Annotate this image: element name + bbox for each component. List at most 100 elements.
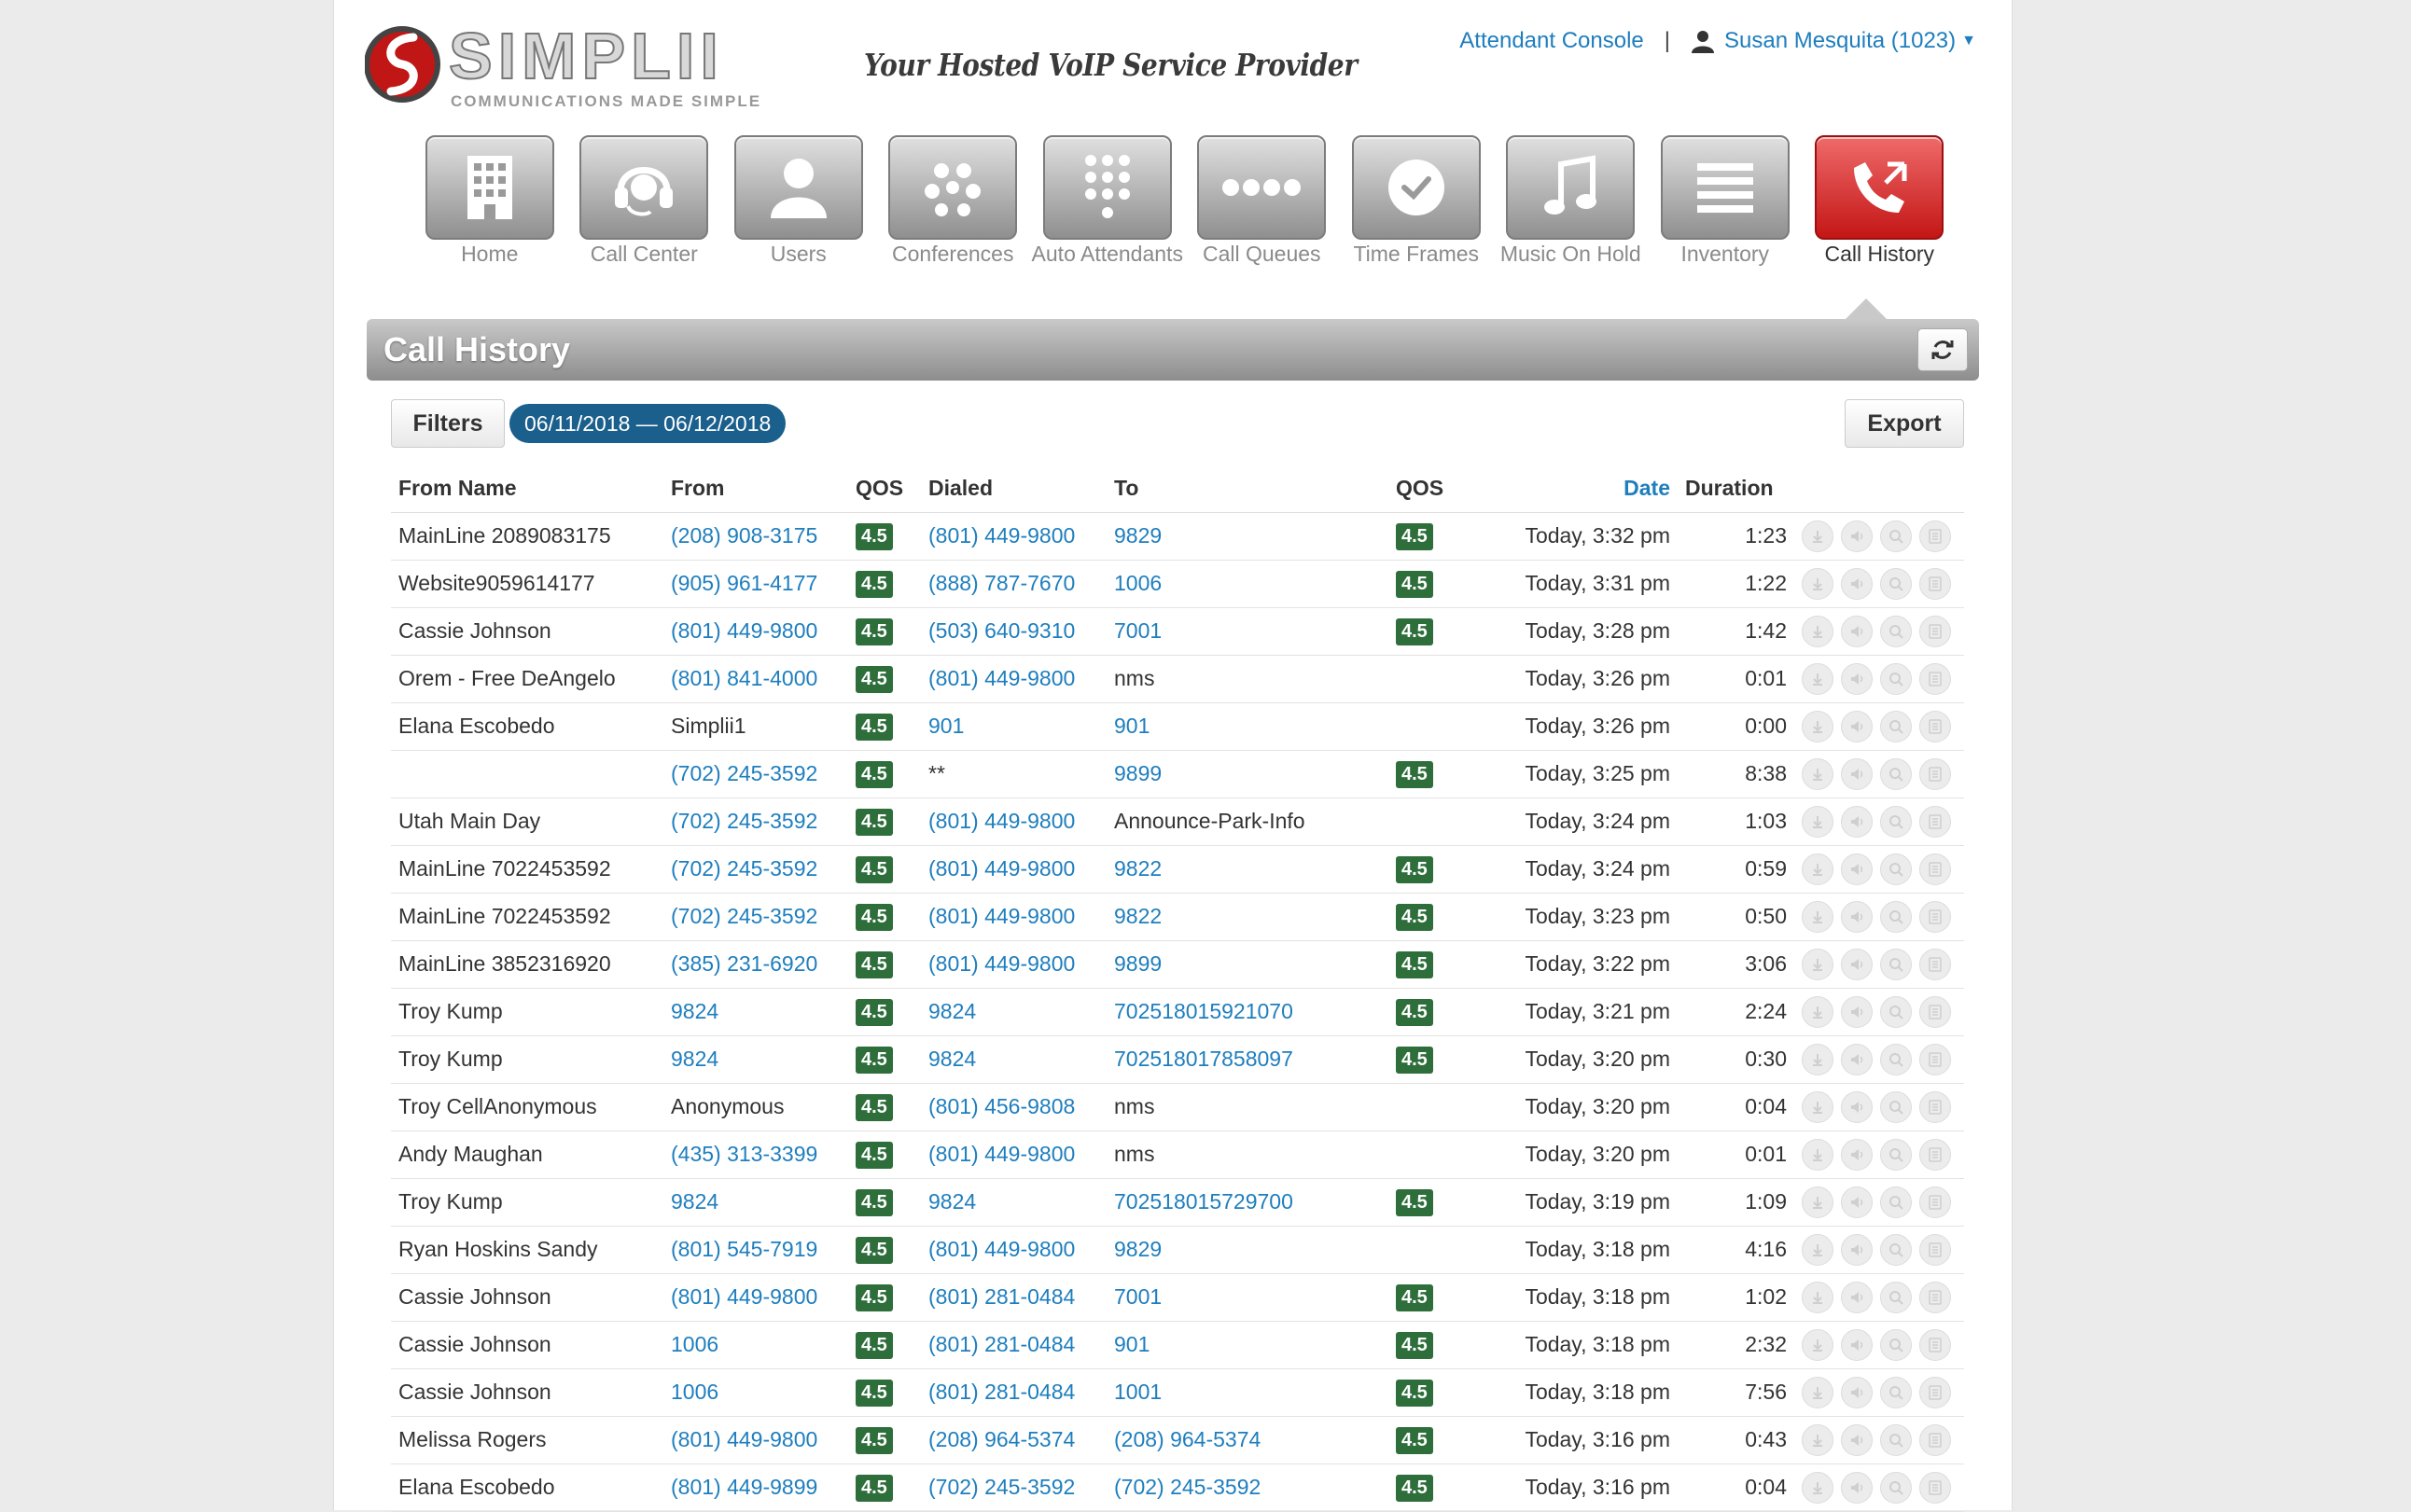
- nav-inventory[interactable]: Inventory: [1648, 135, 1803, 267]
- nav-users[interactable]: Users: [721, 135, 876, 267]
- dialed-cell[interactable]: (801) 281-0484: [921, 1273, 1107, 1322]
- download-button[interactable]: [1802, 1423, 1833, 1456]
- download-button[interactable]: [1802, 900, 1833, 933]
- speaker-button[interactable]: [1841, 1090, 1873, 1123]
- magnify-button[interactable]: [1880, 948, 1912, 980]
- magnify-button[interactable]: [1880, 805, 1912, 838]
- dialed-cell[interactable]: (801) 449-9800: [921, 940, 1107, 989]
- download-button[interactable]: [1802, 520, 1833, 552]
- notes-button[interactable]: [1919, 1376, 1951, 1408]
- table-row[interactable]: MainLine 7022453592 (702) 245-3592 4.5 (801…: [391, 845, 1964, 894]
- dialed-cell[interactable]: (208) 964-5374: [921, 1416, 1107, 1464]
- col-qos-from[interactable]: QOS: [848, 465, 921, 513]
- table-row[interactable]: Andy Maughan (435) 313-3399 4.5 (801) 449-9…: [391, 1131, 1964, 1179]
- magnify-button[interactable]: [1880, 520, 1912, 552]
- dialed-cell[interactable]: (801) 456-9808: [921, 1083, 1107, 1131]
- col-dialed[interactable]: Dialed: [921, 465, 1107, 513]
- notes-button[interactable]: [1919, 853, 1951, 885]
- from-cell[interactable]: (905) 961-4177: [663, 560, 848, 608]
- notes-button[interactable]: [1919, 567, 1951, 600]
- date-range-pill[interactable]: 06/11/2018 — 06/12/2018: [509, 404, 787, 443]
- dialed-cell[interactable]: 9824: [921, 1178, 1107, 1227]
- to-cell[interactable]: 9829: [1107, 1226, 1388, 1274]
- download-button[interactable]: [1802, 853, 1833, 885]
- download-button[interactable]: [1802, 995, 1833, 1028]
- from-cell[interactable]: (801) 449-9800: [663, 1416, 848, 1464]
- simplii-logo[interactable]: SIMPLII COMMUNICATIONS MADE SIMPLE: [365, 13, 850, 116]
- notes-button[interactable]: [1919, 1090, 1951, 1123]
- magnify-button[interactable]: [1880, 1376, 1912, 1408]
- table-row[interactable]: Elana Escobedo (801) 449-9899 4.5 (702) 245…: [391, 1463, 1964, 1512]
- table-row[interactable]: Orem - Free DeAngelo (801) 841-4000 4.5 (80…: [391, 655, 1964, 703]
- attendant-console-link[interactable]: Attendant Console: [1459, 28, 1643, 54]
- table-row[interactable]: Troy Kump 9824 4.5 9824 702518017858097 4.5 To…: [391, 1035, 1964, 1084]
- nav-call-center[interactable]: Call Center: [567, 135, 722, 267]
- notes-button[interactable]: [1919, 1281, 1951, 1313]
- notes-button[interactable]: [1919, 1233, 1951, 1266]
- download-button[interactable]: [1802, 1138, 1833, 1171]
- download-button[interactable]: [1802, 1328, 1833, 1361]
- table-row[interactable]: Melissa Rogers (801) 449-9800 4.5 (208) 964…: [391, 1416, 1964, 1464]
- from-cell[interactable]: 9824: [663, 1178, 848, 1227]
- speaker-button[interactable]: [1841, 567, 1873, 600]
- col-to[interactable]: To: [1107, 465, 1388, 513]
- to-cell[interactable]: 7001: [1107, 607, 1388, 656]
- from-cell[interactable]: (801) 841-4000: [663, 655, 848, 703]
- col-qos-to[interactable]: QOS: [1388, 465, 1480, 513]
- table-row[interactable]: Utah Main Day (702) 245-3592 4.5 (801) 449-…: [391, 798, 1964, 846]
- speaker-button[interactable]: [1841, 662, 1873, 695]
- notes-button[interactable]: [1919, 1423, 1951, 1456]
- notes-button[interactable]: [1919, 520, 1951, 552]
- speaker-button[interactable]: [1841, 520, 1873, 552]
- col-from-name[interactable]: From Name: [391, 465, 663, 513]
- magnify-button[interactable]: [1880, 1233, 1912, 1266]
- export-button[interactable]: Export: [1845, 399, 1964, 448]
- table-row[interactable]: Elana Escobedo Simplii1 4.5 901 901 Today, 3:…: [391, 702, 1964, 751]
- speaker-button[interactable]: [1841, 615, 1873, 647]
- refresh-button[interactable]: [1917, 328, 1968, 371]
- filters-button[interactable]: Filters: [391, 399, 505, 448]
- col-from[interactable]: From: [663, 465, 848, 513]
- speaker-button[interactable]: [1841, 710, 1873, 742]
- speaker-button[interactable]: [1841, 948, 1873, 980]
- magnify-button[interactable]: [1880, 1186, 1912, 1218]
- from-cell[interactable]: 9824: [663, 1035, 848, 1084]
- magnify-button[interactable]: [1880, 662, 1912, 695]
- speaker-button[interactable]: [1841, 853, 1873, 885]
- download-button[interactable]: [1802, 662, 1833, 695]
- from-cell[interactable]: 1006: [663, 1321, 848, 1369]
- download-button[interactable]: [1802, 757, 1833, 790]
- download-button[interactable]: [1802, 948, 1833, 980]
- to-cell[interactable]: 1001: [1107, 1368, 1388, 1417]
- to-cell[interactable]: 7001: [1107, 1273, 1388, 1322]
- col-date[interactable]: Date: [1480, 465, 1678, 513]
- speaker-button[interactable]: [1841, 1281, 1873, 1313]
- from-cell[interactable]: (801) 449-9800: [663, 607, 848, 656]
- download-button[interactable]: [1802, 1186, 1833, 1218]
- speaker-button[interactable]: [1841, 1376, 1873, 1408]
- speaker-button[interactable]: [1841, 1471, 1873, 1504]
- dialed-cell[interactable]: (801) 449-9800: [921, 845, 1107, 894]
- to-cell[interactable]: (208) 964-5374: [1107, 1416, 1388, 1464]
- nav-conferences[interactable]: Conferences: [876, 135, 1031, 267]
- dialed-cell[interactable]: (801) 449-9800: [921, 655, 1107, 703]
- speaker-button[interactable]: [1841, 1423, 1873, 1456]
- notes-button[interactable]: [1919, 615, 1951, 647]
- download-button[interactable]: [1802, 1043, 1833, 1075]
- table-row[interactable]: Cassie Johnson (801) 449-9800 4.5 (801) 281…: [391, 1273, 1964, 1322]
- nav-auto-attendants[interactable]: Auto Attendants: [1030, 135, 1185, 267]
- nav-home[interactable]: Home: [412, 135, 567, 267]
- speaker-button[interactable]: [1841, 1138, 1873, 1171]
- download-button[interactable]: [1802, 710, 1833, 742]
- to-cell[interactable]: 9829: [1107, 512, 1388, 561]
- table-row[interactable]: Troy CellAnonymous Anonymous 4.5 (801) 456-…: [391, 1083, 1964, 1131]
- download-button[interactable]: [1802, 805, 1833, 838]
- to-cell[interactable]: 9899: [1107, 940, 1388, 989]
- table-row[interactable]: MainLine 2089083175 (208) 908-3175 4.5 (801…: [391, 512, 1964, 561]
- download-button[interactable]: [1802, 1376, 1833, 1408]
- magnify-button[interactable]: [1880, 567, 1912, 600]
- download-button[interactable]: [1802, 567, 1833, 600]
- speaker-button[interactable]: [1841, 757, 1873, 790]
- download-button[interactable]: [1802, 1090, 1833, 1123]
- dialed-cell[interactable]: 901: [921, 702, 1107, 751]
